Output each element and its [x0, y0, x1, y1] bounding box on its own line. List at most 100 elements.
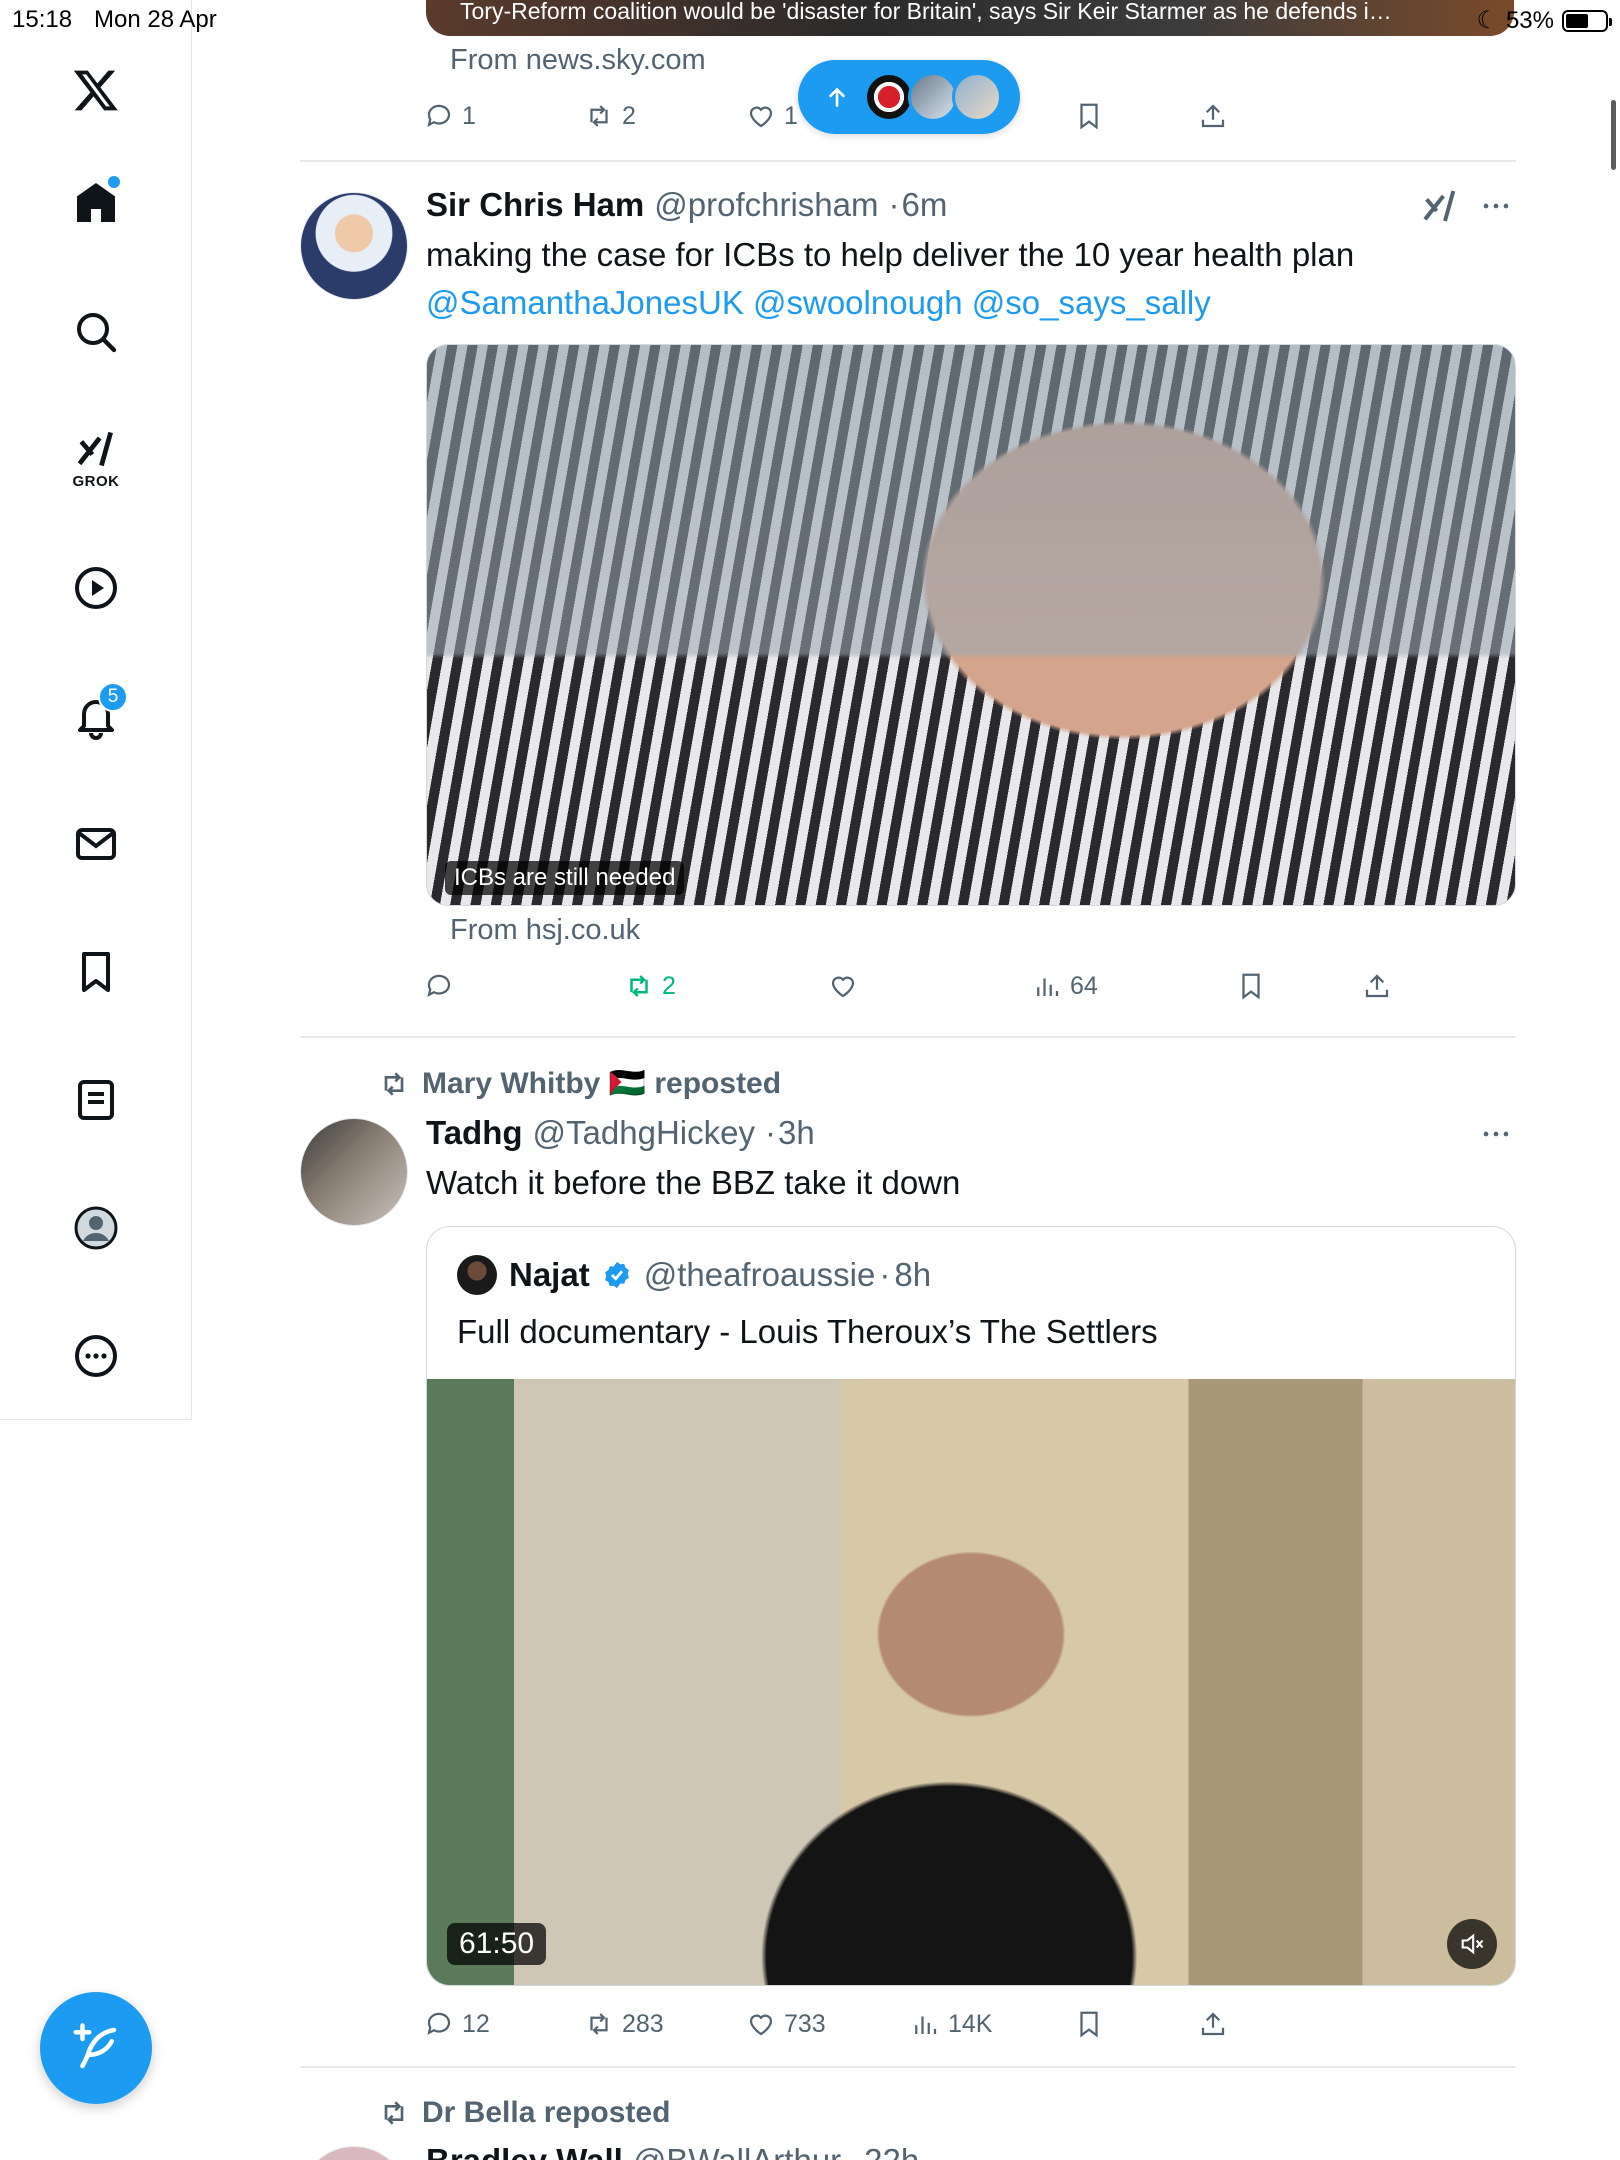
quote-author-name: Najat [509, 1256, 590, 1293]
sidebar-item-home[interactable] [56, 162, 136, 242]
sidebar-item-grok[interactable]: GROK [56, 418, 136, 498]
like-button[interactable]: 1 [746, 96, 798, 136]
avatar[interactable] [300, 192, 408, 300]
author-handle[interactable]: @BWallArthur [633, 2142, 841, 2160]
repost-count: 2 [622, 101, 636, 130]
like-button[interactable] [828, 966, 858, 1006]
sidebar-item-notifications[interactable]: 5 [56, 676, 136, 756]
repost-icon [384, 2101, 404, 2125]
avatar-mini [908, 72, 958, 122]
separator-dot: · [764, 1114, 776, 1151]
heart-icon [749, 2014, 773, 2036]
author-handle[interactable]: @TadhgHickey [533, 1114, 755, 1152]
author-name[interactable]: Bradley Wall [426, 2142, 623, 2160]
reply-icon [427, 2012, 451, 2035]
post-time[interactable]: 22h [864, 2142, 919, 2160]
status-bar: 15:18 Mon 28 Apr ☾ 53% [0, 0, 1620, 40]
avatar-mini [952, 72, 1002, 122]
repost-icon [590, 105, 608, 127]
repost-button[interactable]: 2 [624, 966, 676, 1006]
repost-icon [630, 975, 648, 997]
more-icon[interactable] [1476, 1114, 1516, 1154]
battery-icon [1562, 9, 1612, 32]
reposted-by: Mary Whitby 🇵🇸 reposted [422, 1067, 782, 1100]
sidebar-item-profile[interactable] [56, 1188, 136, 1268]
quoted-tweet[interactable]: Najat @theafroaussie · 8h Full documenta… [426, 1226, 1516, 1986]
quote-header: Najat @theafroaussie · 8h [457, 1255, 931, 1295]
quote-time: 8h [894, 1256, 932, 1293]
grok-label: GROK [72, 472, 120, 490]
more-circle-icon [75, 1335, 117, 1377]
author-name[interactable]: Sir Chris Ham [426, 186, 644, 224]
repost-indicator[interactable]: Dr Bella reposted [378, 2096, 670, 2130]
post-time[interactable]: 3h [778, 1114, 815, 1152]
repost-count: 283 [622, 2009, 664, 2038]
share-icon [1365, 974, 1389, 998]
sidebar-item-videos[interactable] [56, 548, 136, 628]
views-count: 64 [1070, 971, 1098, 1000]
unread-dot [108, 176, 120, 188]
scrollbar[interactable] [1611, 100, 1616, 170]
repost-button[interactable]: 2 [584, 96, 636, 136]
views-count: 14K [948, 2009, 993, 2038]
profile-icon [74, 1206, 118, 1250]
sidebar-item-messages[interactable] [56, 804, 136, 884]
search-icon [77, 313, 117, 353]
tweet-header: Sir Chris Ham @profchrisham · 6m [426, 186, 947, 224]
heart-icon [831, 976, 855, 998]
reply-button[interactable]: 12 [424, 2004, 490, 2044]
tweet-actions: 12 283 733 14K [424, 2004, 1424, 2044]
post-time[interactable]: 6m [901, 186, 947, 224]
divider [300, 1036, 1516, 1038]
share-icon [1201, 104, 1225, 128]
sidebar-item-bookmarks[interactable] [56, 932, 136, 1012]
arrow-up-icon [829, 87, 845, 107]
avatar[interactable] [300, 2146, 408, 2160]
views-button[interactable]: 64 [1032, 966, 1098, 1006]
repost-indicator[interactable]: Mary Whitby 🇵🇸 reposted [378, 1066, 781, 1101]
mute-button[interactable] [1447, 1919, 1497, 1969]
reply-button[interactable]: 1 [424, 96, 476, 136]
compose-button[interactable] [40, 1992, 152, 2104]
status-date: Mon 28 Apr [94, 6, 217, 33]
like-button[interactable]: 733 [746, 2004, 826, 2044]
sidebar-item-search[interactable] [56, 292, 136, 372]
x-logo[interactable] [56, 50, 136, 130]
grok-icon[interactable] [1420, 186, 1460, 226]
reply-button[interactable] [424, 966, 454, 1006]
tweet-header: Bradley Wall @BWallArthur · 22h [426, 2142, 919, 2160]
bookmark-button[interactable] [1074, 2004, 1104, 2044]
quote-author-handle: @theafroaussie [643, 1256, 876, 1293]
muted-speaker-icon [1461, 1933, 1484, 1955]
heart-icon [749, 106, 773, 128]
play-icon [75, 567, 117, 609]
video-player[interactable]: 61:50 [427, 1379, 1515, 1985]
avatar[interactable] [300, 1118, 408, 1226]
link-source[interactable]: From news.sky.com [450, 44, 706, 77]
video-duration: 61:50 [447, 1923, 547, 1965]
author-handle[interactable]: @profchrisham [654, 186, 878, 224]
share-button[interactable] [1198, 96, 1228, 136]
author-name[interactable]: Tadhg [426, 1114, 523, 1152]
tweet-mentions[interactable]: @SamanthaJonesUK @swoolnough @so_says_sa… [426, 280, 1211, 326]
views-button[interactable]: 14K [910, 2004, 992, 2044]
x-logo-icon [73, 70, 118, 111]
share-button[interactable] [1362, 966, 1392, 1006]
separator-dot: · [851, 2142, 862, 2160]
tweet-image[interactable]: ICBs are still needed [426, 344, 1516, 906]
share-button[interactable] [1198, 2004, 1228, 2044]
sidebar-item-more[interactable] [56, 1316, 136, 1396]
bookmark-button[interactable] [1074, 96, 1104, 136]
bookmark-button[interactable] [1236, 966, 1266, 1006]
more-icon[interactable] [1476, 186, 1516, 226]
bookmark-icon [1242, 973, 1260, 1000]
list-icon [78, 1080, 114, 1120]
bookmark-icon [1080, 103, 1098, 130]
tweet-header: Tadhg @TadhgHickey · 3h [426, 1114, 815, 1152]
avatar [457, 1255, 497, 1295]
sidebar-item-lists[interactable] [56, 1060, 136, 1140]
image-caption: ICBs are still needed [445, 861, 685, 895]
new-posts-pill[interactable] [798, 60, 1020, 134]
link-source[interactable]: From hsj.co.uk [450, 914, 640, 947]
repost-button[interactable]: 283 [584, 2004, 664, 2044]
